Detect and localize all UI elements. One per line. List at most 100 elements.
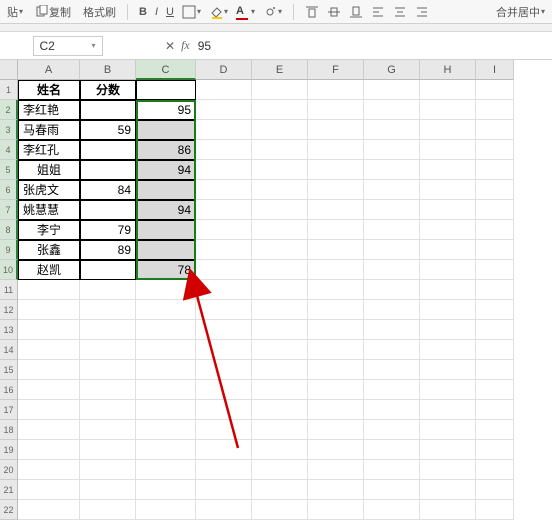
cell[interactable]	[476, 260, 514, 280]
row-header[interactable]: 8	[0, 220, 18, 240]
cell[interactable]	[364, 360, 420, 380]
cell[interactable]: 马春雨	[18, 120, 80, 140]
cell[interactable]	[18, 500, 80, 520]
cell[interactable]	[196, 280, 252, 300]
cell[interactable]	[420, 480, 476, 500]
cell[interactable]	[136, 440, 196, 460]
cell[interactable]	[364, 160, 420, 180]
cell[interactable]	[364, 240, 420, 260]
row-header[interactable]: 6	[0, 180, 18, 200]
row-header[interactable]: 22	[0, 500, 18, 520]
row-header[interactable]: 15	[0, 360, 18, 380]
row-header[interactable]: 4	[0, 140, 18, 160]
cell[interactable]	[80, 420, 136, 440]
cell[interactable]: 78	[136, 260, 196, 280]
cell[interactable]	[196, 420, 252, 440]
cell[interactable]	[476, 380, 514, 400]
cell[interactable]: 79	[80, 220, 136, 240]
cell[interactable]	[308, 340, 364, 360]
cell[interactable]	[420, 240, 476, 260]
cell[interactable]	[476, 160, 514, 180]
cell[interactable]	[18, 460, 80, 480]
cell[interactable]: 59	[80, 120, 136, 140]
cell[interactable]	[308, 80, 364, 100]
cell[interactable]	[476, 80, 514, 100]
cell[interactable]	[196, 260, 252, 280]
cell[interactable]	[308, 360, 364, 380]
copy-button[interactable]: 复制	[32, 2, 74, 22]
row-header[interactable]: 7	[0, 200, 18, 220]
cell[interactable]	[476, 340, 514, 360]
cell[interactable]	[196, 320, 252, 340]
cell[interactable]	[364, 400, 420, 420]
cell[interactable]	[136, 400, 196, 420]
cell[interactable]	[252, 120, 308, 140]
cell[interactable]	[364, 200, 420, 220]
cell[interactable]	[420, 100, 476, 120]
cell[interactable]	[196, 480, 252, 500]
cell[interactable]	[80, 140, 136, 160]
cell[interactable]	[476, 120, 514, 140]
formula-input[interactable]	[190, 36, 552, 56]
cell[interactable]	[420, 320, 476, 340]
cell[interactable]: 84	[80, 180, 136, 200]
cell[interactable]	[364, 120, 420, 140]
cell[interactable]	[252, 460, 308, 480]
cell[interactable]	[308, 100, 364, 120]
row-header[interactable]: 11	[0, 280, 18, 300]
cell[interactable]	[136, 500, 196, 520]
cell[interactable]	[196, 240, 252, 260]
cell[interactable]	[18, 380, 80, 400]
merge-center-button[interactable]: 合并居中 ▾	[493, 2, 548, 22]
align-bottom-button[interactable]	[346, 2, 366, 22]
cell[interactable]	[420, 300, 476, 320]
border-button[interactable]: ▾	[179, 2, 204, 22]
cell[interactable]	[18, 480, 80, 500]
effects-button[interactable]: ▾	[260, 2, 285, 22]
cell[interactable]: 86	[136, 140, 196, 160]
row-header[interactable]: 19	[0, 440, 18, 460]
cell[interactable]	[476, 320, 514, 340]
cell[interactable]	[136, 480, 196, 500]
cell[interactable]	[364, 260, 420, 280]
cell[interactable]	[364, 140, 420, 160]
cell[interactable]	[196, 400, 252, 420]
cell[interactable]	[136, 420, 196, 440]
cell[interactable]	[364, 440, 420, 460]
cell[interactable]	[196, 140, 252, 160]
row-header[interactable]: 2	[0, 100, 18, 120]
row-header[interactable]: 13	[0, 320, 18, 340]
cell[interactable]	[364, 100, 420, 120]
cell[interactable]	[252, 320, 308, 340]
col-header-G[interactable]: G	[364, 60, 420, 80]
cell[interactable]: 94	[136, 200, 196, 220]
cell[interactable]	[252, 260, 308, 280]
cell[interactable]	[308, 140, 364, 160]
cell[interactable]	[136, 460, 196, 480]
cell[interactable]: 李红孔	[18, 140, 80, 160]
cell[interactable]	[420, 220, 476, 240]
cell[interactable]: 李红艳	[18, 100, 80, 120]
cell[interactable]	[420, 280, 476, 300]
cell[interactable]	[196, 380, 252, 400]
cell[interactable]	[252, 200, 308, 220]
row-header[interactable]: 14	[0, 340, 18, 360]
cell[interactable]	[420, 360, 476, 380]
cell[interactable]	[476, 460, 514, 480]
cell[interactable]	[476, 480, 514, 500]
bold-button[interactable]: B	[136, 2, 150, 22]
cell[interactable]	[18, 360, 80, 380]
cell[interactable]	[252, 420, 308, 440]
cell[interactable]	[308, 480, 364, 500]
cell[interactable]	[80, 160, 136, 180]
cell[interactable]: 张鑫	[18, 240, 80, 260]
cell[interactable]	[80, 320, 136, 340]
cell[interactable]	[420, 500, 476, 520]
cell[interactable]	[420, 340, 476, 360]
row-header[interactable]: 17	[0, 400, 18, 420]
cell[interactable]	[420, 380, 476, 400]
row-header[interactable]: 1	[0, 80, 18, 100]
row-header[interactable]: 12	[0, 300, 18, 320]
cell[interactable]	[80, 100, 136, 120]
align-center-button[interactable]	[390, 2, 410, 22]
